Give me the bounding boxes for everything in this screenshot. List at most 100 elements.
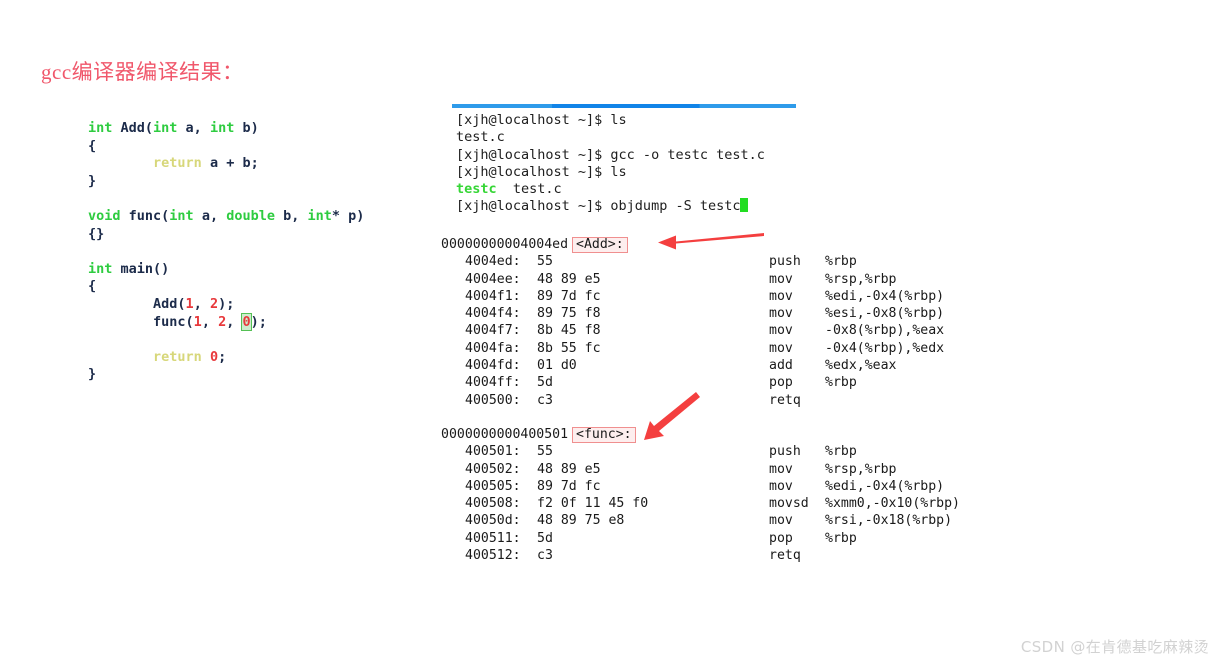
instruction-bytes: 89 75 f8 xyxy=(537,306,601,322)
terminal-output: [xjh@localhost ~]$ ls test.c [xjh@localhos… xyxy=(456,112,765,216)
instruction-address: 4004ff: xyxy=(465,375,521,391)
terminal-line: testc test.c xyxy=(456,181,765,198)
instruction-mnemonic: mov xyxy=(769,478,793,494)
terminal-text: test.c xyxy=(456,129,505,146)
function-address: 0000000000400501 xyxy=(441,427,569,442)
code-line: Add(1, 2); xyxy=(88,296,428,314)
terminal-text: [xjh@localhost ~]$ gcc -o testc test.c xyxy=(456,146,765,163)
instruction-mnemonic: mov xyxy=(769,306,793,322)
code-text: ; xyxy=(218,348,227,365)
instruction-mnemonic: movsd xyxy=(769,496,809,512)
instruction-bytes: f2 0f 11 45 f0 xyxy=(537,496,649,512)
disassembly-function-header: 00000000004004ed <Add>: xyxy=(441,236,944,253)
instruction-mnemonic: retq xyxy=(769,392,801,408)
instruction-bytes: 55 xyxy=(537,444,553,460)
terminal-line: [xjh@localhost ~]$ ls xyxy=(456,164,765,181)
code-text: , xyxy=(201,313,219,330)
instruction-bytes: 01 d0 xyxy=(537,358,577,374)
code-number-literal: 2 xyxy=(218,313,227,330)
code-line: func(1, 2, 0); xyxy=(88,313,428,332)
code-text: b, xyxy=(274,207,308,224)
instruction-mnemonic: mov xyxy=(769,271,793,287)
instruction-operands: -0x8(%rbp),%eax xyxy=(825,323,945,339)
disassembly-instruction-row: 400502: 48 89 e5 mov %rsp,%rbp xyxy=(441,461,960,478)
code-text: } xyxy=(88,172,97,189)
code-text: } xyxy=(88,366,97,383)
code-text: main() xyxy=(112,260,170,277)
disassembly-instruction-row: 4004fd: 01 d0 add %edx,%eax xyxy=(441,357,944,374)
code-return-keyword: return xyxy=(153,155,202,172)
instruction-address: 400512: xyxy=(465,548,521,564)
instruction-mnemonic: mov xyxy=(769,513,793,529)
code-text: ); xyxy=(250,313,267,330)
code-return-keyword: return xyxy=(153,348,202,365)
code-keyword: void xyxy=(88,207,121,224)
code-highlighted-zero: 0 xyxy=(242,313,251,330)
code-keyword: int xyxy=(169,207,194,224)
instruction-address: 4004ee: xyxy=(465,271,521,287)
code-line: return a + b; xyxy=(88,155,428,173)
code-keyword: int xyxy=(307,207,332,224)
instruction-mnemonic: retq xyxy=(769,548,801,564)
code-text: Add( xyxy=(112,120,154,136)
disassembly-function-header: 0000000000400501 <func>: xyxy=(441,426,960,443)
disassembly-instruction-row: 4004ed: 55 push %rbp xyxy=(441,253,944,270)
terminal-line: test.c xyxy=(456,129,765,146)
instruction-mnemonic: push xyxy=(769,444,801,460)
disassembly-instruction-row: 4004f7: 8b 45 f8 mov -0x8(%rbp),%eax xyxy=(441,322,944,339)
instruction-address: 4004f1: xyxy=(465,288,521,304)
disassembly-instruction-row: 400505: 89 7d fc mov %edi,-0x4(%rbp) xyxy=(441,478,960,495)
disassembly-instruction-row: 400508: f2 0f 11 45 f0 movsd %xmm0,-0x10(%r… xyxy=(441,495,960,512)
code-text: func( xyxy=(120,207,170,224)
instruction-address: 400505: xyxy=(465,478,521,494)
disassembly-listing-add: 00000000004004ed <Add>: 4004ed: 55 push %rbp 4… xyxy=(441,236,944,409)
instruction-address: 4004fa: xyxy=(465,340,521,356)
disassembly-listing-func: 0000000000400501 <func>: 400501: 55 push %rbp… xyxy=(441,426,960,564)
function-symbol-highlight: <Add>: xyxy=(572,237,628,253)
instruction-address: 400501: xyxy=(465,444,521,460)
terminal-text: test.c xyxy=(496,181,562,198)
terminal-top-scrollbar[interactable] xyxy=(452,104,796,108)
code-line: { xyxy=(88,278,428,296)
code-text: , xyxy=(193,295,210,312)
disassembly-instruction-row: 4004f4: 89 75 f8 mov %esi,-0x8(%rbp) xyxy=(441,305,944,322)
disassembly-instruction-row: 4004f1: 89 7d fc mov %edi,-0x4(%rbp) xyxy=(441,288,944,305)
disassembly-instruction-row: 4004ff: 5d pop %rbp xyxy=(441,374,944,391)
instruction-bytes: c3 xyxy=(537,548,553,564)
code-text: func( xyxy=(88,313,194,330)
terminal-cursor xyxy=(740,198,749,213)
instruction-bytes: 48 89 e5 xyxy=(537,461,601,477)
instruction-bytes: 48 89 75 e8 xyxy=(537,513,625,529)
disassembly-instruction-row: 400500: c3 retq xyxy=(441,392,944,409)
code-text: b) xyxy=(234,120,259,136)
disassembly-instruction-row: 400501: 55 push %rbp xyxy=(441,443,960,460)
code-keyword: int xyxy=(153,120,178,136)
code-text: ); xyxy=(218,295,235,312)
code-line: int main() xyxy=(88,261,428,279)
code-text: { xyxy=(88,278,97,295)
instruction-mnemonic: mov xyxy=(769,340,793,356)
terminal-line: [xjh@localhost ~]$ gcc -o testc test.c xyxy=(456,147,765,164)
code-text: { xyxy=(88,137,97,154)
instruction-operands: %esi,-0x8(%rbp) xyxy=(825,306,945,322)
instruction-operands: %edx,%eax xyxy=(825,358,897,374)
code-text: {} xyxy=(88,225,105,242)
instruction-mnemonic: mov xyxy=(769,461,793,477)
instruction-bytes: 5d xyxy=(537,375,553,391)
instruction-address: 4004fd: xyxy=(465,358,521,374)
instruction-address: 4004f4: xyxy=(465,306,521,322)
instruction-bytes: 55 xyxy=(537,254,553,270)
page-title: gcc编译器编译结果： xyxy=(41,60,244,84)
code-text: a + b; xyxy=(201,155,259,172)
code-line: void func(int a, double b, int* p) xyxy=(88,208,428,226)
instruction-mnemonic: pop xyxy=(769,530,793,546)
disassembly-instruction-row: 40050d: 48 89 75 e8 mov %rsi,-0x18(%rbp) xyxy=(441,512,960,529)
disassembly-instruction-row: 4004ee: 48 89 e5 mov %rsp,%rbp xyxy=(441,271,944,288)
disassembly-instruction-row: 4004fa: 8b 55 fc mov -0x4(%rbp),%edx xyxy=(441,340,944,357)
code-text: a, xyxy=(177,120,210,136)
